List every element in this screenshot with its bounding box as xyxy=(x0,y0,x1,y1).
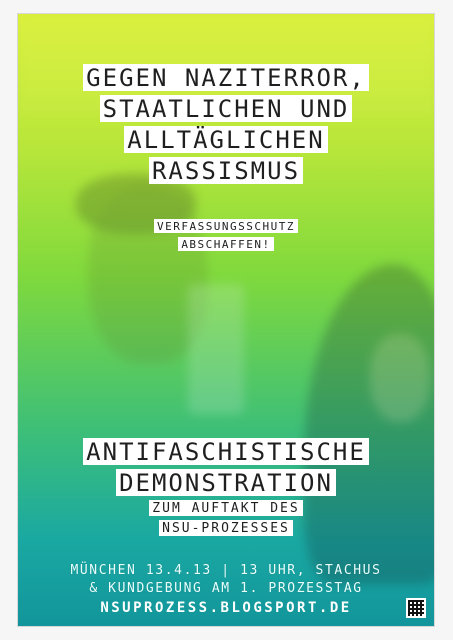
subheadline-block: VERFASSUNGSSCHUTZ ABSCHAFFEN! xyxy=(18,217,434,253)
event-details-line-2: & KUNDGEBUNG AM 1. PROZESSTAG xyxy=(89,581,363,596)
headline-block: GEGEN NAZITERROR, STAATLICHEN UND ALLTÄG… xyxy=(18,62,434,186)
subheadline-line-1: VERFASSUNGSSCHUTZ xyxy=(153,219,299,233)
event-line-2: DEMONSTRATION xyxy=(116,469,336,496)
event-line-1: ANTIFASCHISTISCHE xyxy=(83,438,369,465)
event-block: ANTIFASCHISTISCHE DEMONSTRATION ZUM AUFT… xyxy=(18,436,434,538)
demo-poster: GEGEN NAZITERROR, STAATLICHEN UND ALLTÄG… xyxy=(18,14,434,626)
headline-line-1: GEGEN NAZITERROR, xyxy=(83,64,369,91)
headline-line-3: ALLTÄGLICHEN xyxy=(124,126,328,153)
qr-code-icon xyxy=(406,598,426,618)
event-details-line-1: MÜNCHEN 13.4.13 | 13 UHR, STACHUS xyxy=(70,563,382,578)
subheadline-line-2: ABSCHAFFEN! xyxy=(178,237,274,251)
event-line-4: NSU-PROZESSES xyxy=(159,520,293,536)
event-line-3: ZUM AUFTAKT DES xyxy=(149,500,303,516)
website-link-text: NSUPROZESS.BLOGSPORT.DE xyxy=(100,600,352,616)
background-face-right-shape xyxy=(370,334,430,422)
poster-page: GEGEN NAZITERROR, STAATLICHEN UND ALLTÄG… xyxy=(0,0,453,640)
headline-line-2: STAATLICHEN UND xyxy=(99,95,353,122)
background-sign-shape xyxy=(188,284,244,414)
headline-line-4: RASSISMUS xyxy=(148,157,304,184)
